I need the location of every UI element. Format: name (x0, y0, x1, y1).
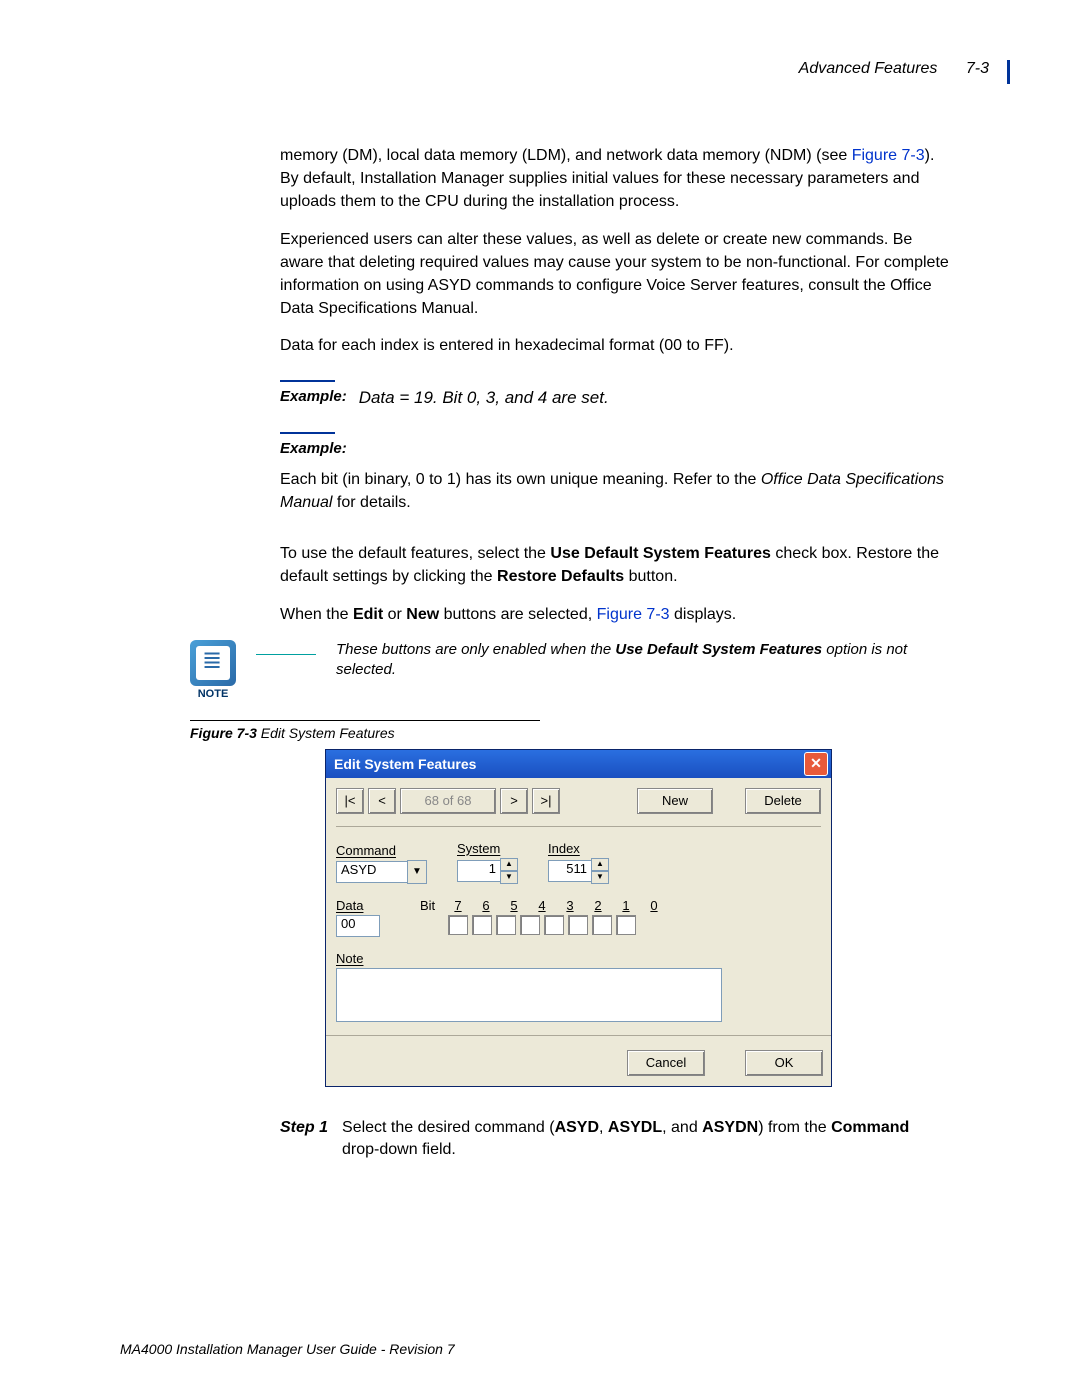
note-textarea[interactable] (336, 968, 722, 1022)
index-field: Index 511 ▲ ▼ (548, 841, 609, 884)
system-label: System (457, 841, 518, 856)
bit-checkbox[interactable] (472, 915, 492, 935)
spin-up-icon[interactable]: ▲ (591, 858, 609, 871)
paragraph: memory (DM), local data memory (LDM), an… (280, 144, 950, 214)
bit-checkbox[interactable] (520, 915, 540, 935)
bit-label: Bit (420, 898, 442, 913)
data-field: Data 00 (336, 898, 380, 937)
example-block: Example: (280, 438, 950, 460)
paragraph: Data for each index is entered in hexade… (280, 334, 950, 357)
page-footer: MA4000 Installation Manager User Guide -… (120, 1341, 455, 1357)
last-record-button[interactable]: >| (532, 788, 560, 814)
delete-button[interactable]: Delete (745, 788, 821, 814)
command-combobox[interactable]: ASYD ▼ (336, 860, 427, 884)
dialog-titlebar[interactable]: Edit System Features ✕ (326, 750, 831, 778)
close-button[interactable]: ✕ (804, 752, 828, 776)
dropdown-icon[interactable]: ▼ (407, 860, 427, 884)
example-text: Data = 19. Bit 0, 3, and 4 are set. (359, 386, 609, 411)
record-counter: 68 of 68 (400, 788, 496, 814)
ok-button[interactable]: OK (745, 1050, 823, 1076)
paragraph: Each bit (in binary, 0 to 1) has its own… (280, 468, 950, 514)
index-label: Index (548, 841, 609, 856)
system-value[interactable]: 1 (457, 860, 501, 882)
bit-header: 4 (530, 898, 554, 913)
example-label: Example: (280, 386, 347, 408)
example-label: Example: (280, 438, 347, 460)
bit-header: 3 (558, 898, 582, 913)
step-text: Select the desired command (ASYD, ASYDL,… (342, 1117, 930, 1162)
body-content: memory (DM), local data memory (LDM), an… (280, 144, 950, 626)
prev-record-button[interactable]: < (368, 788, 396, 814)
bit-checkbox[interactable] (568, 915, 588, 935)
step-label: Step 1 (280, 1117, 328, 1162)
data-value[interactable]: 00 (336, 915, 380, 937)
bit-header: 6 (474, 898, 498, 913)
section-title: Advanced Features (799, 60, 938, 77)
note-connector (256, 654, 316, 679)
dialog-footer: Cancel OK (326, 1035, 831, 1086)
bit-checkbox[interactable] (592, 915, 612, 935)
divider (280, 380, 335, 382)
bit-checkbox[interactable] (544, 915, 564, 935)
dialog-title: Edit System Features (334, 756, 476, 772)
record-nav: |< < 68 of 68 > >| New Delete (336, 788, 821, 827)
paragraph: When the Edit or New buttons are selecte… (280, 603, 950, 626)
note-icon (190, 640, 236, 686)
figure-ref-link[interactable]: Figure 7-3 (597, 606, 670, 623)
cancel-button[interactable]: Cancel (627, 1050, 705, 1076)
command-label: Command (336, 843, 427, 858)
figure-caption: Figure 7-3 Edit System Features (190, 720, 540, 741)
spin-down-icon[interactable]: ▼ (591, 871, 609, 884)
paragraph: To use the default features, select the … (280, 542, 950, 588)
paragraph: Experienced users can alter these values… (280, 228, 950, 321)
close-icon: ✕ (810, 755, 822, 772)
example-block: Example: Data = 19. Bit 0, 3, and 4 are … (280, 386, 950, 411)
system-field: System 1 ▲ ▼ (457, 841, 518, 884)
note-field: Note (336, 951, 821, 1025)
index-value[interactable]: 511 (548, 860, 592, 882)
figure-label: Figure 7-3 (190, 725, 257, 741)
system-spinner[interactable]: 1 ▲ ▼ (457, 858, 518, 884)
index-spinner[interactable]: 511 ▲ ▼ (548, 858, 609, 884)
bit-checkbox[interactable] (616, 915, 636, 935)
command-value[interactable]: ASYD (336, 861, 408, 883)
command-field: Command ASYD ▼ (336, 843, 427, 884)
note-label: Note (336, 951, 821, 966)
next-record-button[interactable]: > (500, 788, 528, 814)
divider (280, 432, 335, 434)
page-number: 7-3 (942, 60, 989, 77)
edit-system-features-dialog: Edit System Features ✕ |< < 68 of 68 > >… (325, 749, 832, 1087)
bit-header: 1 (614, 898, 638, 913)
bit-checkbox[interactable] (448, 915, 468, 935)
bit-header: 0 (642, 898, 666, 913)
page-header: Advanced Features 7-3 (70, 60, 1010, 84)
figure-title: Edit System Features (261, 725, 395, 741)
spin-up-icon[interactable]: ▲ (500, 858, 518, 871)
divider (190, 720, 540, 721)
note-caption: NOTE (190, 688, 236, 700)
figure-ref-link[interactable]: Figure 7-3 (852, 147, 925, 164)
data-label: Data (336, 898, 380, 913)
step-instruction: Step 1 Select the desired command (ASYD,… (280, 1117, 930, 1162)
bit-header: 2 (586, 898, 610, 913)
bit-header: 7 (446, 898, 470, 913)
bit-checkbox[interactable] (496, 915, 516, 935)
new-button[interactable]: New (637, 788, 713, 814)
spin-down-icon[interactable]: ▼ (500, 871, 518, 884)
bits-group: Bit 7 6 5 4 3 2 1 0 (420, 898, 666, 935)
note-block: NOTE These buttons are only enabled when… (190, 640, 940, 700)
bit-header: 5 (502, 898, 526, 913)
note-text: These buttons are only enabled when the … (336, 640, 940, 681)
first-record-button[interactable]: |< (336, 788, 364, 814)
